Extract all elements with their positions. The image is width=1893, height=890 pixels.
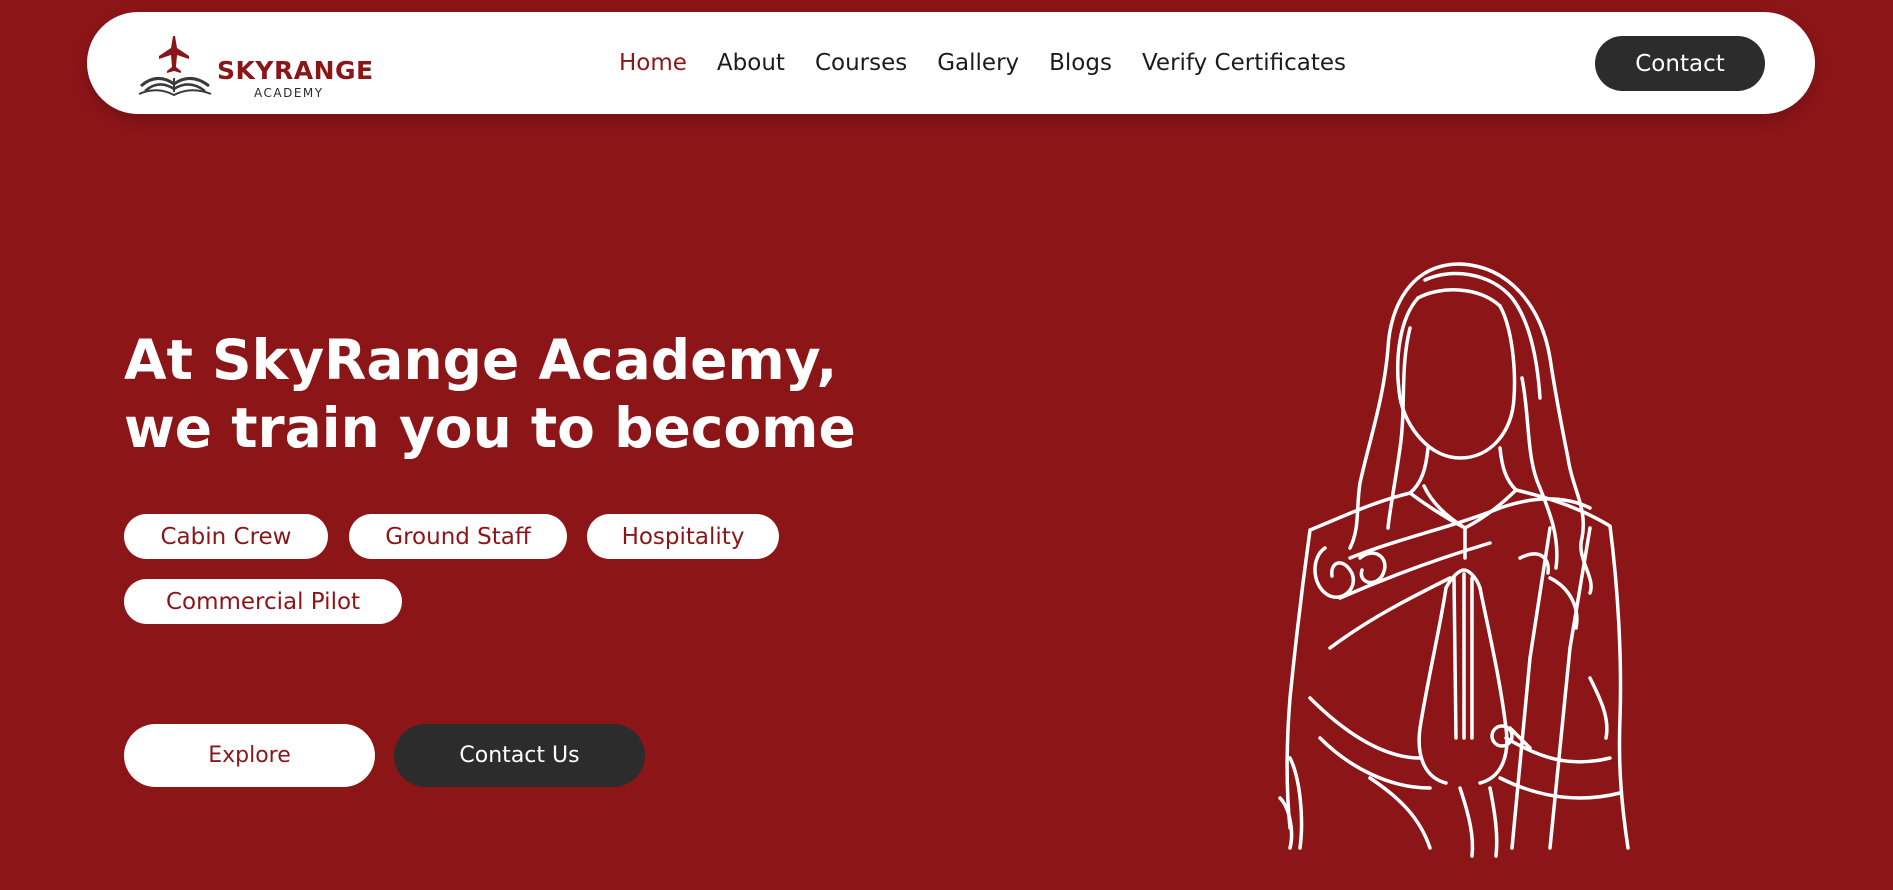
nav-link-about[interactable]: About [717, 50, 785, 76]
nav-contact-button[interactable]: Contact [1595, 36, 1765, 91]
explore-button[interactable]: Explore [124, 724, 375, 787]
hero-title: At SkyRange Academy, we train you to bec… [124, 326, 856, 462]
tag-cabin-crew: Cabin Crew [124, 514, 328, 559]
contact-us-button[interactable]: Contact Us [394, 724, 645, 787]
navbar: SKYRANGE ACADEMY Home About Courses Gall… [87, 12, 1815, 114]
nav-link-home[interactable]: Home [619, 50, 687, 76]
tag-hospitality: Hospitality [587, 514, 779, 559]
tag-ground-staff: Ground Staff [349, 514, 567, 559]
nav-link-blogs[interactable]: Blogs [1049, 50, 1112, 76]
nav-link-courses[interactable]: Courses [815, 50, 907, 76]
tag-commercial-pilot: Commercial Pilot [124, 579, 402, 624]
airplane-book-logo-icon [138, 36, 212, 96]
hero-title-line-1: At SkyRange Academy, [124, 328, 838, 392]
nav-link-verify-certificates[interactable]: Verify Certificates [1142, 50, 1346, 76]
namaste-woman-illustration [1278, 262, 1630, 858]
brand-name: SKYRANGE [217, 56, 374, 85]
main-nav: Home About Courses Gallery Blogs Verify … [619, 12, 1376, 114]
hero-title-line-2: we train you to become [124, 396, 856, 460]
brand-logo[interactable]: SKYRANGE ACADEMY [137, 34, 377, 100]
brand-subtitle: ACADEMY [254, 86, 324, 100]
nav-link-gallery[interactable]: Gallery [937, 50, 1019, 76]
